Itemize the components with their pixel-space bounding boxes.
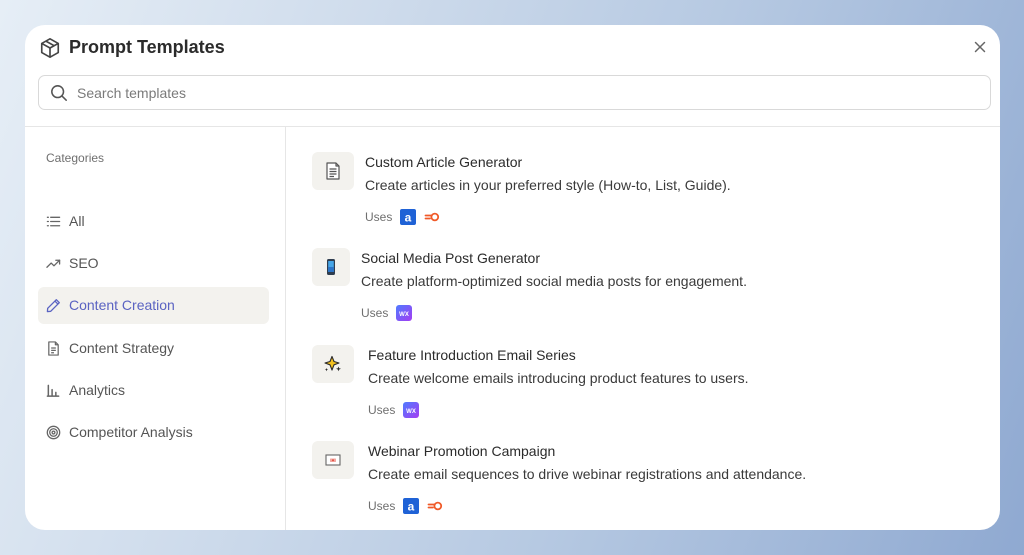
sidebar-item-label: SEO <box>69 255 99 271</box>
template-description: Create articles in your preferred style … <box>365 177 731 193</box>
sidebar-item-all[interactable]: All <box>38 203 269 240</box>
svg-text:a: a <box>405 211 412 225</box>
template-icon-box <box>312 345 354 383</box>
target-icon <box>46 425 61 440</box>
template-icon-box <box>312 441 354 479</box>
svg-text:WX: WX <box>407 409 417 415</box>
uses-label: Uses <box>361 306 389 320</box>
template-description: Create email sequences to drive webinar … <box>368 466 807 482</box>
template-title: Webinar Promotion Campaign <box>368 443 556 459</box>
ahrefs-icon: a <box>403 498 420 514</box>
template-card-feature-introduction-email-series[interactable]: Feature Introduction Email Series Create… <box>312 345 992 435</box>
template-uses: Uses WX <box>368 402 420 418</box>
sparkle-icon <box>324 355 341 372</box>
wix-icon: WX <box>403 402 420 418</box>
pencil-icon <box>46 299 60 313</box>
template-description: Create platform-optimized social media p… <box>361 273 747 289</box>
template-icon-box <box>312 152 354 190</box>
sidebar-item-label: Content Strategy <box>69 340 175 356</box>
template-uses: Uses WX <box>361 305 413 321</box>
template-uses: Uses a <box>365 209 440 225</box>
search-input[interactable] <box>77 76 977 109</box>
svg-text:a: a <box>408 500 415 514</box>
uses-label: Uses <box>365 210 393 224</box>
template-card-social-media-post-generator[interactable]: Social Media Post Generator Create platf… <box>312 248 992 338</box>
uses-label: Uses <box>368 499 396 513</box>
close-icon[interactable] <box>972 39 988 55</box>
sidebar-item-competitor-analysis[interactable]: Competitor Analysis <box>38 414 269 451</box>
sidebar-item-label: Competitor Analysis <box>69 424 193 440</box>
modal-title: Prompt Templates <box>69 37 225 57</box>
search-icon <box>51 85 67 101</box>
box-icon <box>40 38 60 58</box>
document-icon <box>48 341 59 356</box>
categories-label: Categories <box>46 151 105 165</box>
bar-chart-icon <box>46 384 60 397</box>
template-icon-box <box>312 248 350 286</box>
sidebar-item-content-strategy[interactable]: Content Strategy <box>38 330 269 367</box>
document-icon <box>326 162 340 180</box>
template-description: Create welcome emails introducing produc… <box>368 370 749 386</box>
sidebar-item-content-creation[interactable]: Content Creation <box>38 287 269 324</box>
presentation-icon <box>325 454 341 466</box>
mobile-phone-icon <box>327 259 335 275</box>
semrush-icon <box>424 212 440 222</box>
modal-header: Prompt Templates <box>25 25 1000 71</box>
template-uses: Uses a <box>368 498 443 514</box>
template-card-custom-article-generator[interactable]: Custom Article Generator Create articles… <box>312 152 992 242</box>
svg-text:WX: WX <box>400 312 410 318</box>
sidebar-item-label: All <box>69 213 85 229</box>
prompt-templates-modal: Prompt Templates Categories All SEO <box>25 25 1000 530</box>
template-title: Custom Article Generator <box>365 154 523 170</box>
sidebar-item-analytics[interactable]: Analytics <box>38 372 269 409</box>
list-icon <box>46 216 61 227</box>
sidebar-item-label: Content Creation <box>69 297 175 313</box>
ahrefs-icon: a <box>400 209 417 225</box>
sidebar-item-label: Analytics <box>69 382 126 398</box>
template-title: Social Media Post Generator <box>361 250 540 266</box>
wix-icon: WX <box>396 305 413 321</box>
search-bar <box>38 75 991 110</box>
uses-label: Uses <box>368 403 396 417</box>
trending-up-icon <box>46 259 61 268</box>
template-card-webinar-promotion-campaign[interactable]: Webinar Promotion Campaign Create email … <box>312 441 992 530</box>
template-title: Feature Introduction Email Series <box>368 347 576 363</box>
semrush-icon <box>427 501 443 511</box>
sidebar-item-seo[interactable]: SEO <box>38 245 269 282</box>
templates-list: Custom Article Generator Create articles… <box>286 127 1000 530</box>
